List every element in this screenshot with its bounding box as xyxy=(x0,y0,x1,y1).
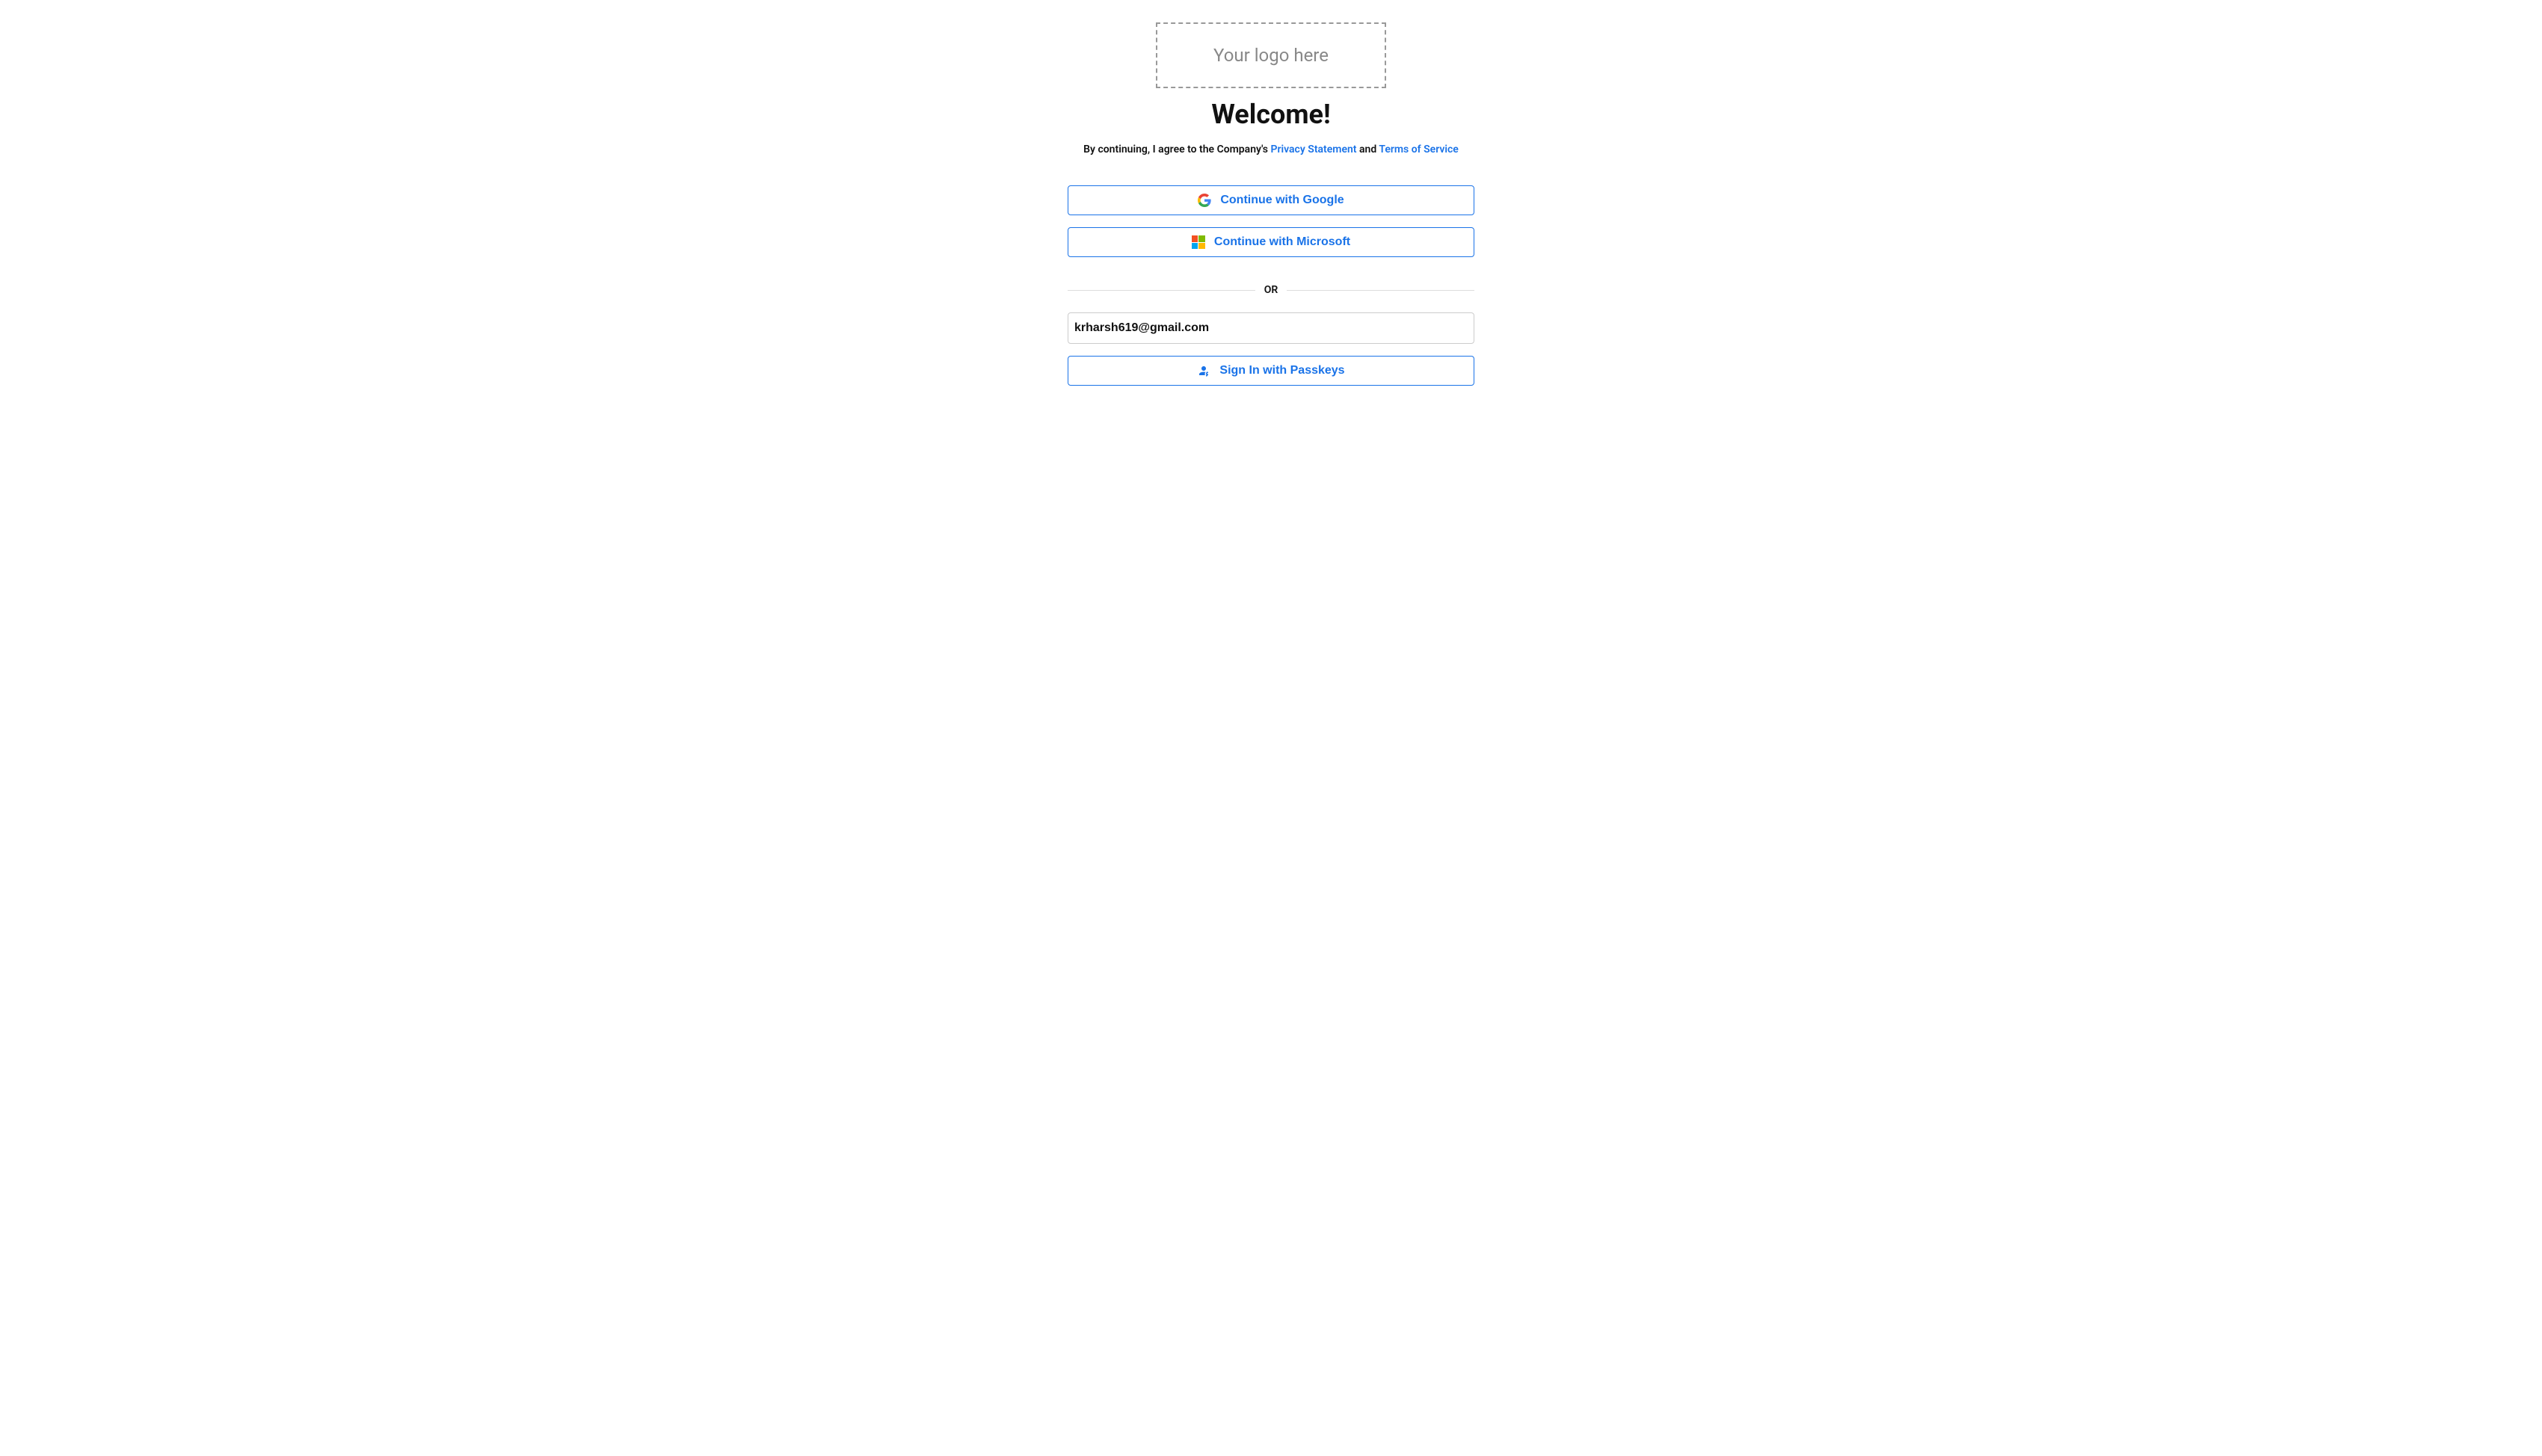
consent-prefix: By continuing, I agree to the Company's xyxy=(1083,144,1270,155)
page-title: Welcome! xyxy=(1211,99,1330,130)
google-button-label: Continue with Google xyxy=(1220,194,1344,207)
consent-middle: and xyxy=(1359,144,1379,155)
auth-container: Continue with Google Continue with Micro… xyxy=(1068,185,1474,386)
sign-in-with-passkeys-button[interactable]: Sign In with Passkeys xyxy=(1068,356,1474,386)
divider-line-left xyxy=(1068,290,1255,291)
continue-with-microsoft-button[interactable]: Continue with Microsoft xyxy=(1068,227,1474,257)
google-icon xyxy=(1198,194,1211,207)
divider: OR xyxy=(1068,284,1474,296)
logo-placeholder: Your logo here xyxy=(1156,22,1386,88)
terms-of-service-link[interactable]: Terms of Service xyxy=(1379,144,1458,155)
continue-with-google-button[interactable]: Continue with Google xyxy=(1068,185,1474,215)
passkey-button-label: Sign In with Passkeys xyxy=(1219,364,1344,377)
consent-text: By continuing, I agree to the Company's … xyxy=(1083,144,1459,155)
divider-text: OR xyxy=(1264,284,1278,296)
microsoft-button-label: Continue with Microsoft xyxy=(1214,235,1350,249)
logo-placeholder-text: Your logo here xyxy=(1213,45,1329,66)
email-input[interactable] xyxy=(1068,312,1474,344)
privacy-statement-link[interactable]: Privacy Statement xyxy=(1270,144,1356,155)
divider-line-right xyxy=(1287,290,1474,291)
microsoft-icon xyxy=(1192,235,1205,249)
passkey-icon xyxy=(1197,364,1210,377)
